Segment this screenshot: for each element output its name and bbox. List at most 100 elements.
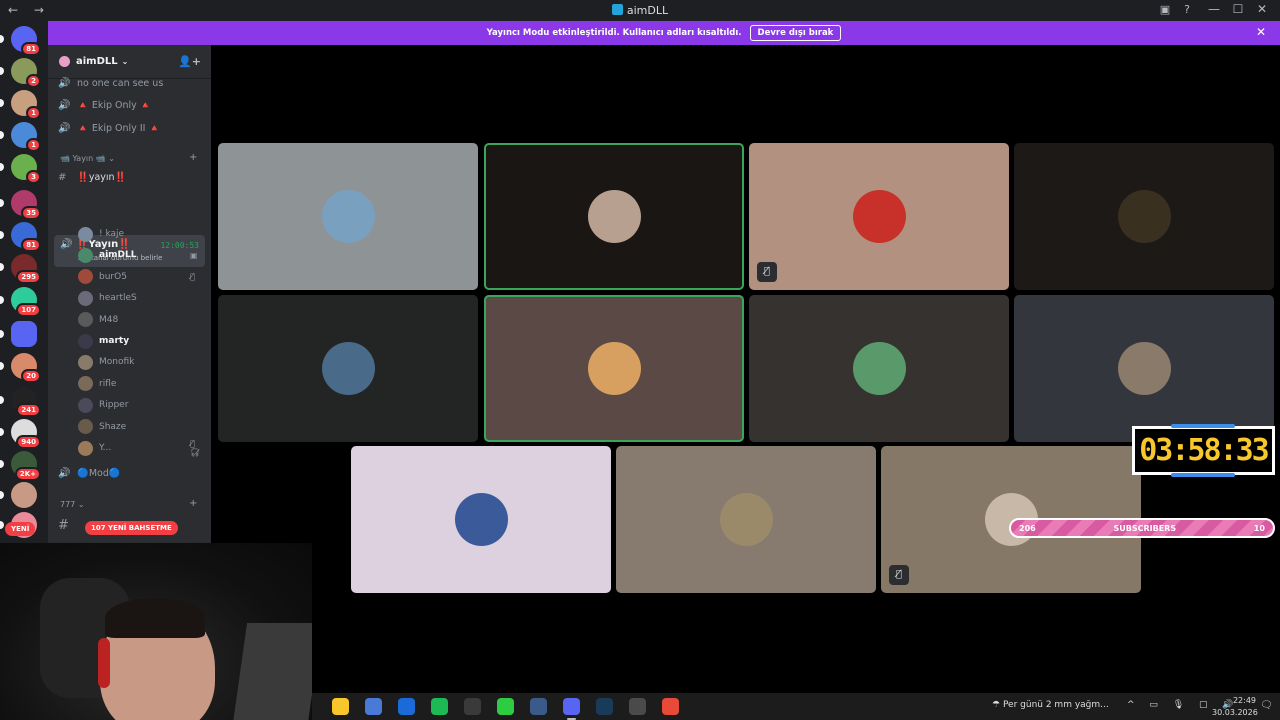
server-icon[interactable]: 1: [0, 122, 41, 152]
member-name: Shaze: [99, 421, 127, 432]
taskbar-app-icon[interactable]: [563, 698, 580, 720]
taskbar-app-icon[interactable]: [464, 698, 481, 715]
taskbar: ☂ Per günü 2 mm yağm... ^ ▭ 🎙 ▢ 🔊 22:49 …: [312, 693, 1280, 720]
voice-member[interactable]: rifle: [78, 375, 116, 393]
avatar: [78, 290, 93, 306]
member-name: burO5: [99, 271, 127, 282]
participant-tile[interactable]: [218, 143, 478, 290]
minimize-button[interactable]: —: [1202, 2, 1226, 16]
participant-tile[interactable]: [351, 446, 611, 593]
text-channel[interactable]: # ‼️yayın‼️: [58, 172, 126, 183]
unread-pill: [0, 362, 4, 370]
server-header[interactable]: aimDLL ⌄ 👤+: [48, 45, 211, 79]
taskbar-app-icon[interactable]: [662, 698, 679, 715]
voice-channel[interactable]: 🔊 🔵Mod🔵: [58, 468, 121, 479]
server-icon: [59, 56, 70, 67]
unread-pill: [0, 296, 4, 304]
close-button[interactable]: ✕: [1250, 2, 1274, 16]
speaker-locked-icon: 🔊: [58, 78, 71, 89]
text-channel[interactable]: #: [58, 518, 77, 533]
new-mentions-pill[interactable]: 107 YENİ BAHSETME: [85, 521, 178, 535]
mention-badge: 295: [16, 270, 41, 284]
streamer-hair: [105, 598, 205, 638]
server-icon[interactable]: 35: [0, 190, 41, 220]
server-icon[interactable]: 940: [0, 419, 41, 449]
voice-member[interactable]: Monofik: [78, 353, 134, 371]
voice-member[interactable]: Ripper: [78, 396, 128, 414]
server-icon[interactable]: 2K+: [0, 451, 41, 481]
taskbar-app-icon[interactable]: [398, 698, 415, 715]
server-icon[interactable]: 107: [0, 287, 41, 317]
category-name: 📹 Yayın 📹: [60, 154, 106, 163]
weather-icon: ☂: [992, 700, 1001, 710]
taskbar-app-icon[interactable]: [530, 698, 547, 715]
taskbar-app-icon[interactable]: [365, 698, 382, 715]
webcam-feed: [0, 543, 312, 720]
voice-member[interactable]: marty: [78, 332, 129, 350]
member-status-icon: 🎙̸: [190, 272, 195, 282]
voice-member[interactable]: burO5 🎙̸: [78, 268, 195, 286]
voice-channel[interactable]: 🔊 🔺 Ekip Only II 🔺: [58, 123, 160, 134]
participant-tile[interactable]: [616, 446, 876, 593]
avatar: [588, 190, 641, 243]
voice-member[interactable]: Y... 🎙̸ 🎧̸: [78, 439, 200, 457]
new-servers-pill[interactable]: YENİ: [5, 522, 36, 536]
participant-tile[interactable]: [484, 143, 744, 290]
create-channel-icon[interactable]: +: [189, 498, 197, 509]
voice-member[interactable]: M48: [78, 311, 118, 329]
taskbar-app-icon[interactable]: [332, 698, 349, 715]
server-icon[interactable]: 20: [0, 353, 41, 383]
weather-widget[interactable]: ☂ Per günü 2 mm yağm...: [992, 700, 1109, 710]
participant-tile[interactable]: [218, 295, 478, 442]
server-icon[interactable]: 1: [0, 90, 41, 120]
category-777[interactable]: 777 ⌄: [60, 500, 85, 509]
taskbar-app-icon[interactable]: [431, 698, 448, 715]
participant-tile[interactable]: [1014, 295, 1274, 442]
disable-streamer-mode-button[interactable]: Devre dışı bırak: [749, 25, 842, 41]
server-icon[interactable]: 295: [0, 254, 41, 284]
app-logo-icon: [611, 4, 623, 15]
stream-timer: 03:58:33: [1132, 424, 1275, 477]
voice-member[interactable]: aimDLL ▣: [78, 246, 198, 264]
banner-close-icon[interactable]: ✕: [1256, 25, 1266, 39]
member-name: Monofik: [99, 357, 135, 368]
avatar: [78, 226, 93, 242]
server-icon[interactable]: 241: [0, 387, 41, 417]
participant-tile[interactable]: 🎙̸: [749, 143, 1009, 290]
maximize-button[interactable]: ☐: [1226, 2, 1250, 16]
server-icon[interactable]: [0, 482, 37, 508]
avatar: [78, 312, 93, 328]
window-title-text: aimDLL: [626, 4, 669, 17]
participant-tile[interactable]: [1014, 143, 1274, 290]
taskbar-app-icon[interactable]: [596, 698, 613, 715]
category-stream[interactable]: 📹 Yayın 📹 ⌄: [60, 154, 115, 163]
avatar: [322, 342, 375, 395]
server-icon[interactable]: [0, 321, 37, 347]
voice-member[interactable]: heartleS: [78, 289, 137, 307]
inbox-icon[interactable]: ▣: [1160, 3, 1170, 16]
voice-member[interactable]: Shaze: [78, 418, 126, 436]
voice-channel[interactable]: 🔊 no one can see us: [58, 78, 163, 89]
server-icon[interactable]: 2: [0, 58, 41, 88]
server-icon[interactable]: 81: [0, 26, 41, 56]
notification-icon[interactable]: 🗨: [1260, 700, 1273, 711]
unread-pill: [0, 521, 4, 529]
create-channel-icon[interactable]: +: [189, 152, 197, 163]
voice-channel[interactable]: 🔊 🔺 Ekip Only 🔺: [58, 100, 152, 111]
help-icon[interactable]: ?: [1184, 3, 1190, 16]
server-icon[interactable]: 81: [0, 222, 41, 252]
category-name: 777: [60, 500, 76, 509]
participant-tile[interactable]: [749, 295, 1009, 442]
participant-tile[interactable]: [484, 295, 744, 442]
mention-badge: 2: [26, 74, 41, 88]
clock[interactable]: 22:49 30.03.2026: [1212, 695, 1258, 719]
muted-mic-icon: 🎙̸: [757, 262, 777, 282]
avatar: [1118, 342, 1171, 395]
taskbar-app-icon[interactable]: [497, 698, 514, 715]
server-icon[interactable]: 3: [0, 154, 41, 184]
voice-member[interactable]: ! kaje: [78, 225, 124, 243]
mention-badge: 1: [26, 106, 41, 120]
unread-pill: [0, 35, 4, 43]
taskbar-app-icon[interactable]: [629, 698, 646, 715]
add-member-icon[interactable]: 👤+: [178, 55, 201, 68]
